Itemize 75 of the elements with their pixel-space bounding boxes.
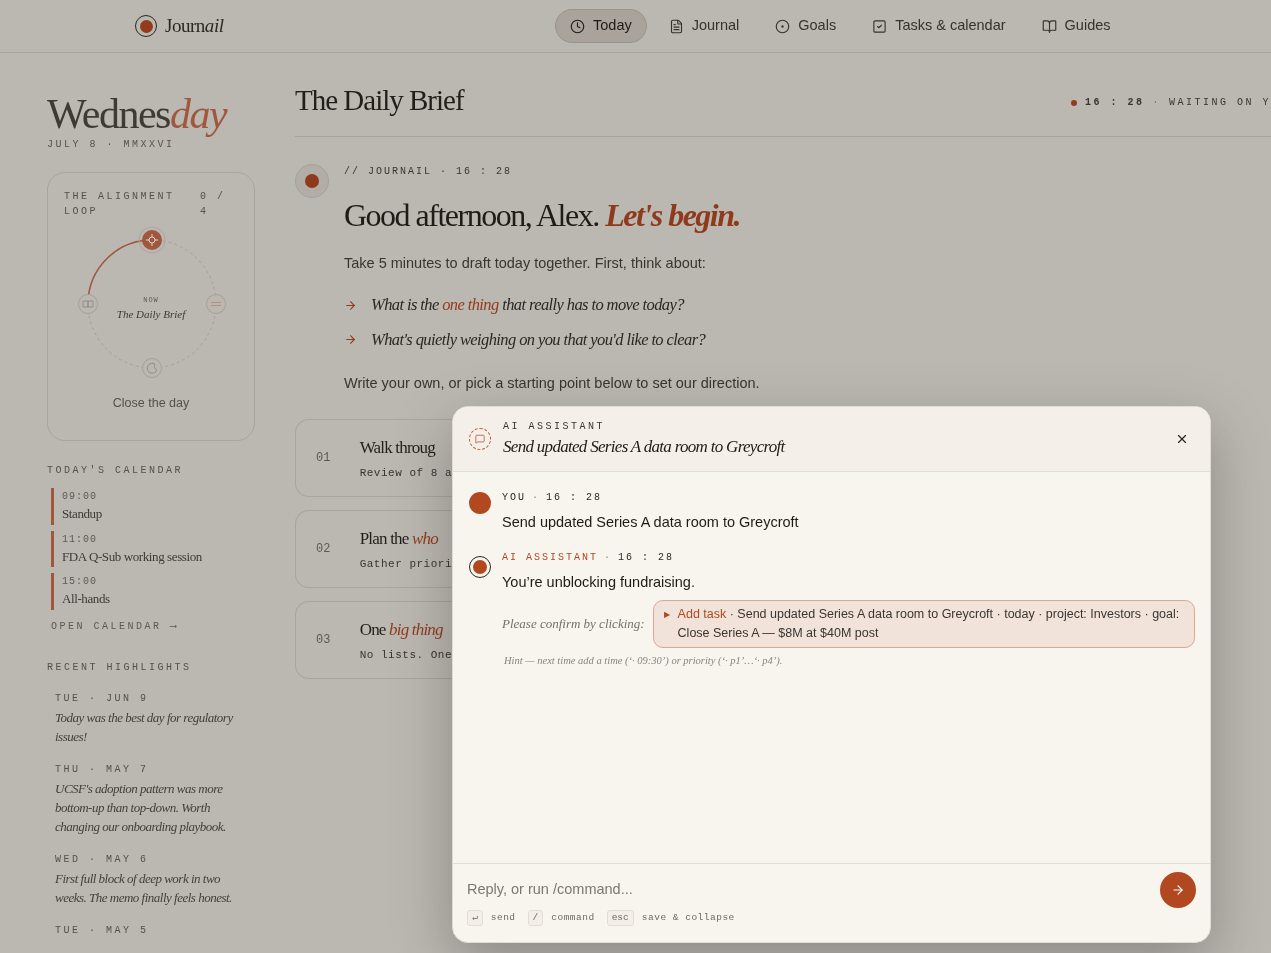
starter-title: Plan the who	[359, 527, 440, 550]
nav-tab[interactable]: Journal	[654, 9, 754, 43]
highlight-text: Today was the best day for regulatory issues!	[55, 708, 235, 746]
highlight-date: THU · MAY 7	[55, 762, 150, 777]
message-time: 16 : 28	[618, 550, 675, 565]
arrow-icon	[344, 298, 357, 312]
close-icon	[1175, 432, 1189, 446]
starter-subtitle: No lists. One	[359, 648, 452, 663]
calendar-event[interactable]: 11:00 FDA Q-Sub working session	[51, 530, 255, 568]
message-separator: ·	[604, 550, 613, 565]
page-title: The Daily Brief	[295, 83, 464, 118]
message-text: Send updated Series A data room to Greycroft	[502, 513, 800, 532]
message-time: 16 : 28	[546, 491, 603, 505]
arrow-icon	[344, 333, 357, 347]
starter-number: 03	[316, 632, 332, 649]
brand-name[interactable]: Journail	[165, 11, 226, 41]
starter-number: 01	[316, 450, 332, 467]
shortcut-key: ↵	[467, 910, 483, 927]
starter-number: 02	[316, 541, 332, 558]
highlight-text: UCSF's adoption pattern was more bottom-up than top-down. Worth changing our onboarding playbook.	[55, 779, 227, 836]
status-separator: ·	[1152, 96, 1161, 110]
calendar-event[interactable]: 09:00 Standup	[51, 488, 255, 525]
hint-text: Hint — next time add a time (‘· 09:30’) or priority (‘· p1’…‘· p4’).	[504, 653, 784, 668]
prompt-question: What's quietly weighing on you that you'd like to clear?	[371, 328, 706, 351]
document-icon	[668, 18, 684, 34]
greeting-heading: Good afternoon, Alex. Let's begin.	[344, 196, 742, 235]
panel-title: Send updated Series A data room to Greycroft	[503, 435, 787, 458]
message-author: AI ASSISTANT	[502, 550, 598, 565]
loop-title: THE ALIGNMENT LOOP	[64, 190, 176, 220]
book-icon	[1041, 18, 1057, 34]
nav-tab[interactable]: Guides	[1027, 9, 1125, 43]
status-text: WAITING ON Y	[1169, 96, 1271, 110]
shortcut-key: /	[527, 910, 544, 927]
confirm-label: Please confirm by clicking:	[502, 614, 645, 633]
target-icon	[775, 18, 791, 34]
next-step: Close the day	[48, 394, 254, 414]
message-meta: // JOURNAIL · 16 : 28	[344, 165, 514, 179]
highlight-date: TUE · JUN 9	[55, 691, 150, 706]
date-label: JULY 8 · MMXXVI	[47, 138, 176, 153]
shortcut-label: command	[551, 911, 595, 925]
status-time: 16 : 28	[1084, 96, 1145, 110]
starter-subtitle: Gather priori	[359, 557, 452, 572]
outro-text: Write your own, or pick a starting point below to set our direction.	[344, 374, 760, 394]
starter-subtitle: Review of 8 a	[359, 466, 452, 481]
highlight-date: TUE · MAY 5	[55, 923, 150, 938]
shortcut-label: send	[490, 911, 516, 925]
shortcut-label: save & collapse	[641, 911, 735, 925]
section-heading: RECENT HIGHLIGHTS	[47, 660, 193, 675]
clock-icon	[570, 18, 585, 34]
open-calendar-link[interactable]: OPEN CALENDAR ⟶	[51, 618, 255, 634]
section-heading: TODAY'S CALENDAR	[47, 464, 184, 479]
panel-label: AI ASSISTANT	[503, 419, 606, 434]
loop-step-count: 0 / 4	[200, 190, 227, 220]
shortcut-key: esc	[606, 910, 634, 927]
message-text: You’re unblocking fundraising.	[502, 572, 696, 592]
nav-tab[interactable]: Goals	[761, 9, 851, 43]
message-author: YOU	[502, 491, 526, 505]
starter-title: Walk throug	[359, 436, 437, 459]
journail-avatar	[295, 164, 329, 198]
intro-text: Take 5 minutes to draft today together. First, think about:	[344, 254, 707, 273]
user-avatar	[469, 492, 491, 514]
add-task-button[interactable]: ▶ Add task · Send updated Series A data room to Greycroft · today · project: Investors · goal: Close Series A — $8M at $40M post	[652, 599, 1195, 648]
starter-title: One big thing	[359, 618, 444, 641]
highlight-date: WED · MAY 6	[55, 852, 150, 867]
send-button[interactable]	[1160, 872, 1196, 908]
nav-tab[interactable]: Today	[555, 9, 647, 43]
nav-tab[interactable]: Tasks & calendar	[858, 9, 1020, 43]
highlight-text: First full block of deep work in two weeks. The memo finally feels honest.	[55, 869, 233, 907]
checkbox-icon	[872, 18, 888, 34]
current-step: The Daily Brief	[116, 305, 186, 323]
weekday-heading: Wednesday	[47, 90, 228, 139]
reply-input[interactable]: Reply, or run /command...	[467, 879, 1150, 901]
calendar-event[interactable]: 15:00 All-hands	[51, 573, 255, 610]
message-separator: ·	[532, 491, 541, 505]
prompt-question: What is the one thing that really has to move today?	[371, 293, 684, 316]
